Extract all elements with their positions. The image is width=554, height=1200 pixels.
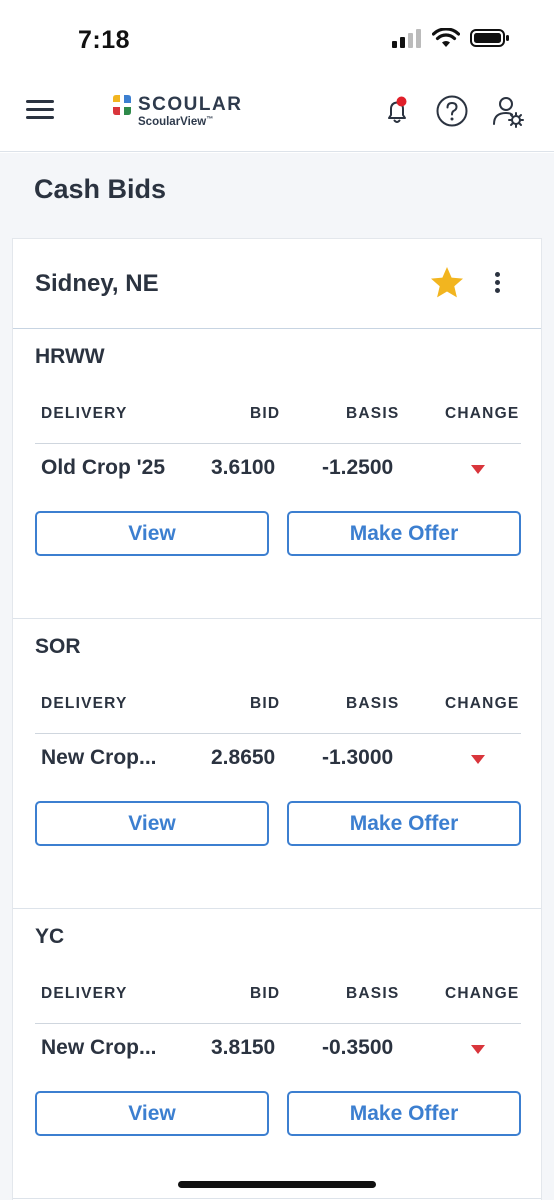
basis-cell: -0.3500 [322,1036,394,1059]
more-vertical-icon[interactable] [491,272,503,298]
view-button[interactable]: View [35,801,269,846]
column-header-delivery: DELIVERY [41,405,128,422]
page-title: Cash Bids [34,174,167,204]
hamburger-menu-icon[interactable] [26,100,54,124]
column-header-basis: BASIS [346,695,400,712]
divider [35,443,521,444]
bid-cell: 3.6100 [211,456,276,479]
triangle-down-icon [471,755,485,764]
delivery-cell[interactable]: Old Crop '25 [41,456,165,480]
column-header-delivery: DELIVERY [41,695,128,712]
scoular-logo: SCOULAR ScoularView™ [110,92,243,132]
column-header-change: CHANGE [445,985,520,1002]
star-icon[interactable] [429,265,465,301]
triangle-down-icon [471,465,485,474]
divider [35,733,521,734]
app-header: SCOULAR ScoularView™ [0,80,554,152]
user-settings-icon[interactable] [491,94,525,128]
column-header-basis: BASIS [346,985,400,1002]
triangle-down-icon [471,1045,485,1054]
delivery-cell[interactable]: New Crop... [41,746,157,770]
delivery-cell[interactable]: New Crop... [41,1036,157,1060]
view-button[interactable]: View [35,1091,269,1136]
location-card: Sidney, NE HRWW DELIVERY BID BASIS CHANG… [12,238,542,1200]
logo-name: SCOULAR [138,94,243,115]
basis-cell: -1.3000 [322,746,394,769]
commodity-section: SOR DELIVERY BID BASIS CHANGE New Crop..… [13,619,541,909]
status-bar: 7:18 [0,0,554,80]
commodity-name: YC [35,925,65,948]
column-header-change: CHANGE [445,695,520,712]
commodity-section: YC DELIVERY BID BASIS CHANGE New Crop...… [13,909,541,1199]
logo-subtitle: ScoularView™ [138,116,214,128]
divider [35,1023,521,1024]
status-icons [392,28,510,48]
status-time: 7:18 [78,26,131,54]
make-offer-button[interactable]: Make Offer [287,1091,521,1136]
commodity-name: SOR [35,635,81,658]
column-header-bid: BID [250,985,281,1002]
commodity-name: HRWW [35,345,105,368]
bid-cell: 3.8150 [211,1036,276,1059]
column-header-bid: BID [250,695,281,712]
battery-icon [470,29,509,47]
help-circle-icon[interactable] [435,94,469,128]
wifi-icon [432,28,460,47]
bell-icon[interactable] [380,94,414,128]
column-header-delivery: DELIVERY [41,985,128,1002]
location-name: Sidney, NE [35,270,159,297]
scoular-logo-mark [113,95,131,115]
view-button[interactable]: View [35,511,269,556]
cellular-signal-icon [392,29,421,48]
commodity-section: HRWW DELIVERY BID BASIS CHANGE Old Crop … [13,329,541,619]
column-header-basis: BASIS [346,405,400,422]
column-header-change: CHANGE [445,405,520,422]
column-header-bid: BID [250,405,281,422]
make-offer-button[interactable]: Make Offer [287,511,521,556]
location-header: Sidney, NE [13,239,541,329]
home-indicator[interactable] [178,1181,376,1188]
basis-cell: -1.2500 [322,456,394,479]
bid-cell: 2.8650 [211,746,276,769]
make-offer-button[interactable]: Make Offer [287,801,521,846]
